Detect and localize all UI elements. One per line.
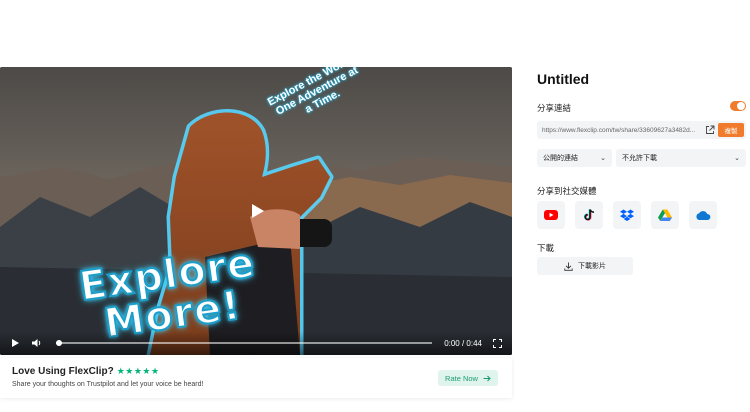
play-button[interactable]	[8, 336, 22, 350]
download-video-label: 下載影片	[578, 263, 606, 270]
volume-button[interactable]	[30, 336, 44, 350]
rate-now-label: Rate Now	[445, 373, 478, 383]
project-title: Untitled	[537, 71, 590, 87]
rating-subtitle: Share your thoughts on Trustpilot and le…	[12, 381, 204, 388]
rating-stars: ★★★★★	[116, 366, 160, 376]
chevron-down-icon: ⌄	[600, 155, 606, 162]
share-link-label: 分享連結	[537, 103, 572, 113]
fullscreen-button[interactable]	[490, 336, 504, 350]
tiktok-icon	[583, 209, 594, 221]
download-video-button[interactable]: 下載影片	[537, 257, 633, 275]
link-visibility-value: 公開的連結	[543, 155, 578, 162]
time-display: 0:00 / 0:44	[444, 338, 482, 348]
google-drive-icon	[658, 209, 672, 221]
video-controls: 0:00 / 0:44	[0, 331, 512, 355]
download-permission-select[interactable]: 不允許下載 ⌄	[616, 149, 746, 167]
rating-title: Love Using FlexClip?	[12, 366, 114, 377]
play-overlay-button[interactable]	[248, 201, 268, 221]
rate-now-button[interactable]: Rate Now	[438, 370, 498, 386]
rating-card: Love Using FlexClip? ★★★★★ Share your tho…	[0, 358, 512, 398]
chevron-down-icon: ⌄	[734, 155, 740, 162]
youtube-icon	[544, 210, 558, 220]
onedrive-icon	[696, 211, 711, 220]
share-youtube-button[interactable]	[537, 201, 565, 229]
fullscreen-icon	[492, 338, 502, 348]
toggle-knob	[737, 102, 745, 110]
download-label: 下載	[537, 243, 555, 253]
share-tiktok-button[interactable]	[575, 201, 603, 229]
dropbox-icon	[620, 209, 634, 221]
video-player[interactable]: Explore the World, One Adventure at a Ti…	[0, 67, 512, 355]
rating-title-row: Love Using FlexClip? ★★★★★	[12, 366, 160, 377]
copy-link-button[interactable]: 複製	[718, 123, 744, 137]
volume-icon	[32, 339, 41, 347]
play-icon	[11, 339, 19, 347]
share-dropbox-button[interactable]	[613, 201, 641, 229]
share-google-drive-button[interactable]	[651, 201, 679, 229]
link-visibility-select[interactable]: 公開的連結 ⌄	[537, 149, 612, 167]
arrow-right-icon	[483, 375, 491, 381]
share-onedrive-button[interactable]	[689, 201, 717, 229]
download-icon	[564, 262, 573, 271]
share-link-input[interactable]	[542, 126, 700, 134]
share-social-label: 分享到社交媒體	[537, 186, 597, 196]
progress-bar[interactable]	[56, 340, 433, 346]
share-link-toggle[interactable]	[730, 101, 746, 111]
download-permission-value: 不允許下載	[622, 155, 657, 162]
external-link-icon[interactable]	[705, 125, 715, 135]
progress-thumb[interactable]	[56, 340, 62, 346]
play-icon	[252, 204, 264, 218]
